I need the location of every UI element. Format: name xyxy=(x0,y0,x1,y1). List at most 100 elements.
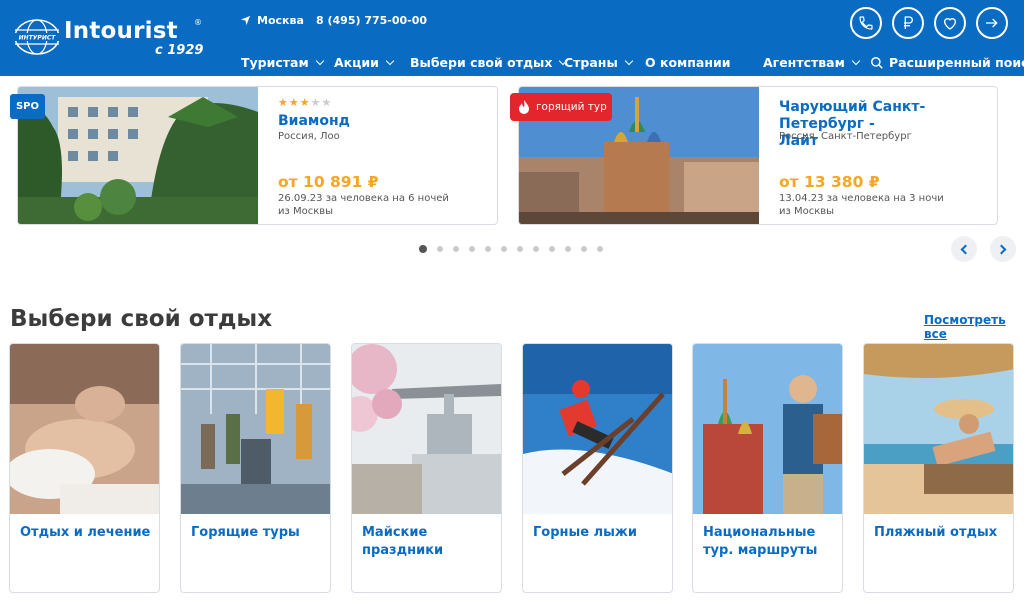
offer-meta: 13.04.23 за человека на 3 ночи из Москвы xyxy=(779,192,944,218)
nav-countries[interactable]: Страны xyxy=(564,55,633,70)
currency-button[interactable] xyxy=(892,7,924,39)
intourist-logo[interactable]: ИНТУРИСТ Intourist ® с 1929 xyxy=(10,12,205,62)
nav-label: Акции xyxy=(334,55,379,70)
chevron-down-icon xyxy=(315,56,324,65)
chevron-down-icon xyxy=(851,56,861,65)
star-empty-icon: ★ xyxy=(310,96,322,109)
nav-promotions[interactable]: Акции xyxy=(334,55,395,70)
offer-title[interactable]: Виамонд xyxy=(278,113,350,130)
red-square-tourist-photo xyxy=(693,344,842,514)
carousel-dot[interactable] xyxy=(469,246,475,252)
chevron-down-icon xyxy=(624,56,633,65)
chevron-left-icon xyxy=(960,244,971,254)
carousel-dot[interactable] xyxy=(533,246,539,252)
logo-registered-mark: ® xyxy=(194,18,202,27)
location-arrow-icon xyxy=(240,15,251,26)
hotel-photo xyxy=(18,87,258,224)
nav-tourists[interactable]: Туристам xyxy=(241,55,324,70)
carousel-prev-button[interactable] xyxy=(951,236,977,262)
logo-text: Intourist xyxy=(64,18,178,44)
skier-photo xyxy=(523,344,672,514)
carousel-next-button[interactable] xyxy=(990,236,1016,262)
category-card-ski[interactable]: Горные лыжи xyxy=(522,343,673,593)
star-empty-icon: ★ xyxy=(321,96,333,109)
section-title: Выбери свой отдых xyxy=(10,306,273,332)
category-card-may-holidays[interactable]: Майские праздники xyxy=(351,343,502,593)
offer-date-line: 13.04.23 за человека на 3 ночи xyxy=(779,193,944,204)
search-icon xyxy=(871,56,883,69)
site-header: ИНТУРИСТ Intourist ® с 1929 Москва 8 (49… xyxy=(0,0,1024,76)
category-card-national-routes[interactable]: Национальные тур. маршруты xyxy=(692,343,843,593)
ruble-icon xyxy=(904,16,913,29)
carousel-dot[interactable] xyxy=(597,246,603,252)
offer-location: Россия, Санкт-Петербург xyxy=(779,131,912,142)
view-all-link[interactable]: Посмотреть все xyxy=(924,313,1024,341)
carousel-dot[interactable] xyxy=(549,246,555,252)
carousel-dot[interactable] xyxy=(453,246,459,252)
offer-date-line: 26.09.23 за человека на 6 ночей xyxy=(278,193,449,204)
logo-since: с 1929 xyxy=(155,43,204,58)
call-button[interactable] xyxy=(850,7,882,39)
globe-text: ИНТУРИСТ xyxy=(19,35,57,42)
rating-stars: ★★★★★ xyxy=(278,96,332,109)
flame-icon xyxy=(519,99,529,114)
spo-badge: SPO xyxy=(10,94,45,119)
offer-departure-line: из Москвы xyxy=(779,206,835,217)
heart-icon xyxy=(943,18,957,30)
carousel-dot[interactable] xyxy=(419,245,427,253)
nav-choose-vacation[interactable]: Выбери свой отдых xyxy=(410,55,568,70)
city-selector[interactable]: Москва xyxy=(240,14,304,27)
offer-price: от 13 380 ₽ xyxy=(779,173,880,191)
airport-travelers-photo xyxy=(181,344,330,514)
carousel-dot[interactable] xyxy=(437,246,443,252)
star-filled-icon: ★ xyxy=(288,96,300,109)
nav-label: Туристам xyxy=(241,55,309,70)
city-label: Москва xyxy=(257,14,304,27)
carousel-dot[interactable] xyxy=(501,246,507,252)
offer-card-viamond[interactable]: ★★★★★ Виамонд Россия, Лоо от 10 891 ₽ 26… xyxy=(17,86,498,225)
header-phone[interactable]: 8 (495) 775-00-00 xyxy=(316,14,427,27)
category-label: Горные лыжи xyxy=(533,525,637,540)
carousel-dot[interactable] xyxy=(581,246,587,252)
chevron-right-icon xyxy=(996,244,1007,254)
offer-location: Россия, Лоо xyxy=(278,131,340,142)
category-label: Горящие туры xyxy=(191,525,300,540)
carousel-dot[interactable] xyxy=(485,246,491,252)
category-card-wellness[interactable]: Отдых и лечение xyxy=(9,343,160,593)
star-filled-icon: ★ xyxy=(299,96,311,109)
category-card-hot-tours[interactable]: Горящие туры xyxy=(180,343,331,593)
favorites-button[interactable] xyxy=(934,7,966,39)
offer-meta: 26.09.23 за человека на 6 ночей из Москв… xyxy=(278,192,449,218)
category-label: Пляжный отдых xyxy=(874,525,998,540)
carousel-dot[interactable] xyxy=(517,246,523,252)
offer-price: от 10 891 ₽ xyxy=(278,173,379,191)
beach-photo xyxy=(864,344,1013,514)
category-label: Майские праздники xyxy=(362,525,444,558)
moscow-spring-photo xyxy=(352,344,501,514)
advanced-search-label: Расширенный поиск xyxy=(889,55,1024,70)
nav-label: О компании xyxy=(645,55,731,70)
category-label: Национальные тур. маршруты xyxy=(703,525,818,558)
nav-agencies[interactable]: Агентствам xyxy=(763,55,861,70)
carousel-dots xyxy=(419,245,603,253)
nav-about[interactable]: О компании xyxy=(645,55,731,70)
advanced-search-link[interactable]: Расширенный поиск xyxy=(870,55,1024,70)
star-filled-icon: ★ xyxy=(278,96,289,109)
nav-label: Выбери свой отдых xyxy=(410,55,553,70)
spa-photo xyxy=(10,344,159,514)
login-button[interactable] xyxy=(976,7,1008,39)
category-label: Отдых и лечение xyxy=(20,525,151,540)
hot-tour-label: горящий тур xyxy=(536,101,607,113)
globe-logo-icon: ИНТУРИСТ xyxy=(12,19,62,55)
nav-label: Страны xyxy=(564,55,618,70)
offer-title[interactable]: Чарующий Санкт-Петербург - Лайт xyxy=(779,99,997,150)
nav-label: Агентствам xyxy=(763,55,845,70)
carousel-dot[interactable] xyxy=(565,246,571,252)
login-icon xyxy=(986,18,998,28)
chevron-down-icon xyxy=(385,56,395,65)
offer-title-line: Чарующий Санкт-Петербург - xyxy=(779,99,926,132)
offer-departure-line: из Москвы xyxy=(278,206,334,217)
category-card-beach[interactable]: Пляжный отдых xyxy=(863,343,1014,593)
phone-icon xyxy=(859,16,873,30)
hot-tour-badge: горящий тур xyxy=(510,93,612,121)
